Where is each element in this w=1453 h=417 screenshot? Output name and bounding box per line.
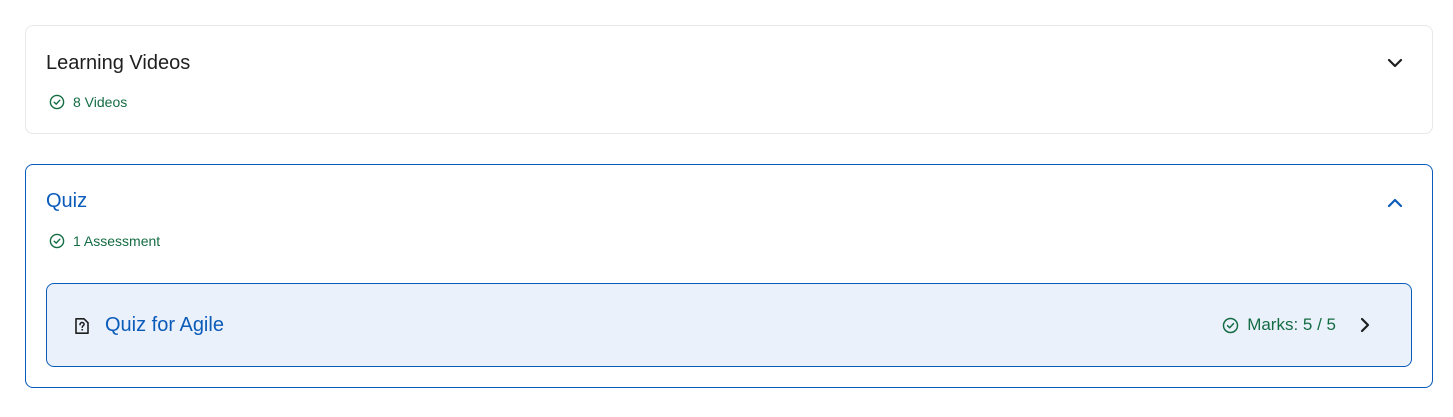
assessment-count-label: 1 Assessment bbox=[73, 233, 161, 249]
videos-count-label: 8 Videos bbox=[73, 94, 128, 110]
check-circle-icon bbox=[49, 233, 65, 249]
section-title: Quiz bbox=[46, 190, 88, 212]
assessment-count: 1 Assessment bbox=[49, 232, 160, 250]
quiz-document-icon bbox=[75, 318, 89, 334]
quiz-title: Quiz for Agile bbox=[105, 314, 224, 336]
check-circle-icon bbox=[49, 94, 65, 110]
quiz-item[interactable]: Quiz for Agile Marks: 5 / 5 bbox=[46, 283, 1412, 367]
quiz-section: Quiz 1 Assessment Quiz for Agile Marks: … bbox=[25, 164, 1433, 388]
quiz-marks-label: Marks: 5 / 5 bbox=[1247, 315, 1336, 334]
quiz-header[interactable]: Quiz bbox=[46, 165, 1412, 241]
section-title: Learning Videos bbox=[46, 52, 191, 74]
videos-count: 8 Videos bbox=[49, 93, 127, 111]
learning-videos-section: Learning Videos 8 Videos bbox=[25, 25, 1433, 134]
chevron-down-icon[interactable] bbox=[1385, 53, 1405, 73]
learning-videos-header[interactable]: Learning Videos bbox=[46, 26, 1412, 102]
chevron-right-icon[interactable] bbox=[1355, 315, 1375, 335]
check-circle-icon bbox=[1222, 317, 1239, 333]
chevron-up-icon[interactable] bbox=[1385, 193, 1405, 213]
quiz-marks: Marks: 5 / 5 bbox=[1222, 315, 1336, 335]
